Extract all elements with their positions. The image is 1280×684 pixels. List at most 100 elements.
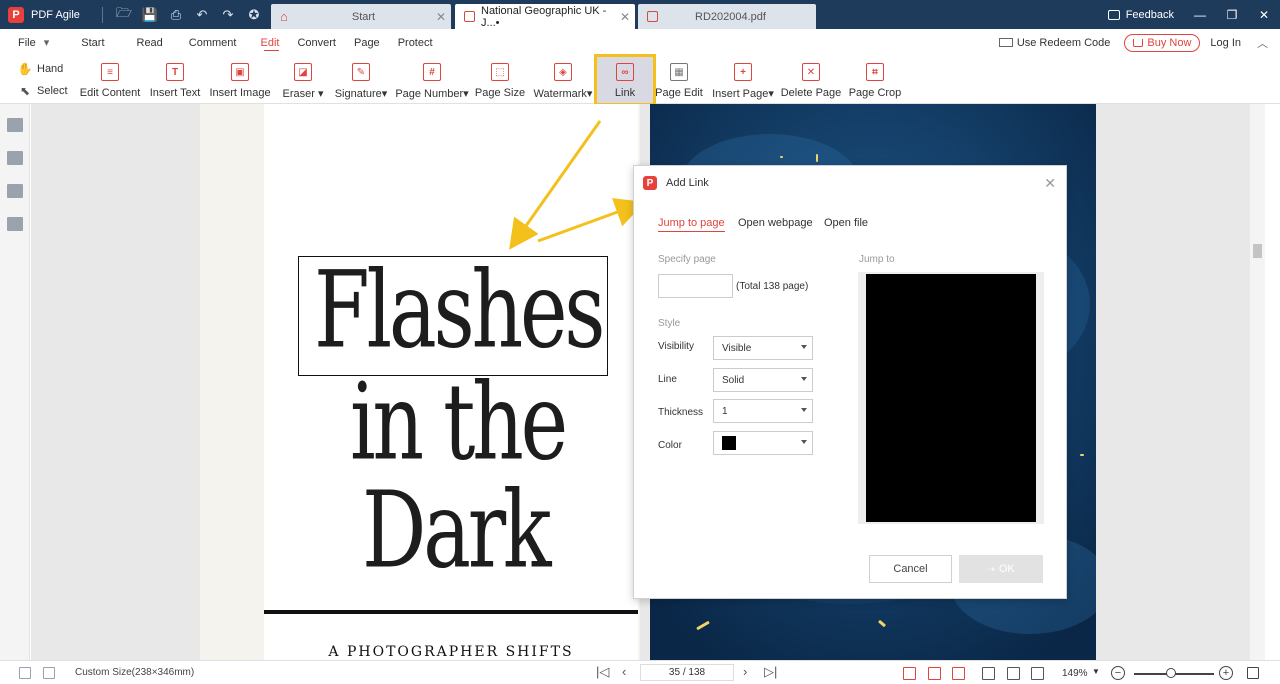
single-page-icon[interactable] bbox=[982, 667, 995, 680]
tab-start[interactable]: ⌂ Start ✕ bbox=[271, 4, 451, 29]
menu-label: File bbox=[18, 36, 36, 49]
tab-open-file[interactable]: Open file bbox=[824, 217, 868, 229]
export-icon[interactable] bbox=[43, 667, 55, 679]
page-number-field[interactable]: 35 / 138 bbox=[640, 664, 734, 681]
fit-width-icon[interactable] bbox=[952, 667, 965, 680]
menu-edit[interactable]: Edit bbox=[250, 29, 293, 56]
page-crop-tool[interactable]: ⌗ Page Crop bbox=[849, 56, 901, 104]
menu-label: Edit bbox=[260, 36, 280, 49]
two-page-icon[interactable] bbox=[1031, 667, 1044, 680]
line-style-select[interactable]: Solid bbox=[713, 368, 813, 392]
save-icon[interactable]: 💾 bbox=[137, 0, 163, 29]
ok-button[interactable]: ⇢ OK bbox=[959, 555, 1043, 583]
menu-start[interactable]: Start bbox=[63, 29, 118, 56]
select-tool[interactable]: ⬉ Select bbox=[18, 84, 68, 98]
first-page-icon[interactable]: |◁ bbox=[596, 664, 609, 680]
buy-now-button[interactable]: Buy Now bbox=[1124, 33, 1201, 52]
page-number-tool[interactable]: # Page Number▾ bbox=[395, 56, 469, 104]
close-window-icon[interactable]: ✕ bbox=[1248, 0, 1280, 29]
actual-size-icon[interactable] bbox=[903, 667, 916, 680]
preview-image bbox=[866, 274, 1036, 522]
left-sidebar bbox=[0, 104, 30, 660]
last-page-icon[interactable]: ▷| bbox=[764, 664, 777, 680]
firefly-spark bbox=[816, 154, 818, 162]
color-select[interactable] bbox=[713, 431, 813, 455]
redeem-code-button[interactable]: Use Redeem Code bbox=[998, 36, 1111, 49]
tab-national-geographic[interactable]: National Geographic UK - J...• ✕ bbox=[455, 4, 635, 29]
tool-label: Eraser ▾ bbox=[282, 88, 324, 100]
eraser-icon: ◪ bbox=[294, 63, 312, 81]
crop-icon: ⌗ bbox=[866, 63, 884, 81]
next-page-icon[interactable]: › bbox=[743, 664, 747, 679]
home-icon: ⌂ bbox=[280, 9, 288, 24]
menu-file[interactable]: File ▾ bbox=[0, 29, 63, 56]
fullscreen-icon[interactable] bbox=[1247, 667, 1259, 679]
page-edit-tool[interactable]: ▦ Page Edit bbox=[655, 56, 703, 104]
fit-page-icon[interactable] bbox=[928, 667, 941, 680]
vertical-scrollbar[interactable] bbox=[1250, 104, 1265, 660]
insert-image-tool[interactable]: ▣ Insert Image bbox=[209, 56, 271, 104]
annotations-icon[interactable] bbox=[7, 184, 23, 198]
prev-page-icon[interactable]: ‹ bbox=[622, 664, 626, 679]
sidebar-toggle-icon[interactable] bbox=[19, 667, 31, 679]
menu-page[interactable]: Page bbox=[350, 29, 394, 56]
menu-comment[interactable]: Comment bbox=[177, 29, 251, 56]
page-subtitle: A PHOTOGRAPHER SHIFTS bbox=[328, 644, 574, 660]
close-icon[interactable]: ✕ bbox=[615, 10, 635, 24]
zoom-in-icon[interactable]: + bbox=[1219, 666, 1233, 680]
insert-page-tool[interactable]: + Insert Page▾ bbox=[712, 56, 774, 104]
hand-tool[interactable]: ✋ Hand bbox=[18, 62, 64, 76]
tab-jump-to-page[interactable]: Jump to page bbox=[658, 217, 725, 232]
thickness-select[interactable]: 1 bbox=[713, 399, 813, 423]
outline-icon[interactable] bbox=[7, 118, 23, 132]
tool-label: Link bbox=[614, 87, 636, 99]
feedback-button[interactable]: Feedback bbox=[1107, 9, 1174, 21]
edit-content-tool[interactable]: ≡ Edit Content bbox=[80, 56, 140, 104]
minimize-icon[interactable]: — bbox=[1184, 0, 1216, 29]
menu-convert[interactable]: Convert bbox=[293, 29, 350, 56]
zoom-level[interactable]: 149% bbox=[1062, 668, 1088, 679]
visibility-select[interactable]: Visible bbox=[713, 336, 813, 360]
menu-label: Page bbox=[353, 36, 380, 49]
chevron-down-icon: ▾ bbox=[43, 37, 50, 49]
star-icon[interactable]: ✪ bbox=[241, 0, 267, 29]
close-icon[interactable]: ✕ bbox=[1044, 175, 1056, 192]
menu-protect[interactable]: Protect bbox=[394, 29, 447, 56]
zoom-out-icon[interactable]: − bbox=[1111, 666, 1125, 680]
scroll-thumb[interactable] bbox=[1253, 244, 1262, 258]
redo-icon[interactable]: ↷ bbox=[215, 0, 241, 29]
print-icon[interactable]: ⎙ bbox=[163, 0, 189, 29]
menu-read[interactable]: Read bbox=[119, 29, 177, 56]
select-value: Visible bbox=[722, 342, 752, 354]
menu-label: Start bbox=[81, 36, 105, 49]
specify-page-label: Specify page bbox=[658, 254, 716, 265]
redeem-label: Use Redeem Code bbox=[1016, 36, 1111, 49]
restore-icon[interactable]: ❐ bbox=[1216, 0, 1248, 29]
tab-open-webpage[interactable]: Open webpage bbox=[738, 217, 813, 229]
zoom-slider-thumb[interactable] bbox=[1165, 668, 1176, 678]
insert-text-tool[interactable]: T Insert Text bbox=[150, 56, 200, 104]
link-tool[interactable]: ∞ Link bbox=[594, 54, 656, 106]
continuous-page-icon[interactable] bbox=[1007, 667, 1020, 680]
undo-icon[interactable]: ↶ bbox=[189, 0, 215, 29]
chevron-down-icon[interactable]: ▼ bbox=[1092, 667, 1100, 676]
page-number-input[interactable] bbox=[658, 274, 733, 298]
tool-label: Page Size bbox=[474, 87, 526, 99]
style-label: Style bbox=[658, 318, 681, 329]
title-line-1: Flashes bbox=[314, 249, 605, 373]
page-size-tool[interactable]: ⬚ Page Size bbox=[474, 56, 526, 104]
signature-tool[interactable]: ✎ Signature▾ bbox=[334, 56, 388, 104]
watermark-tool[interactable]: ◈ Watermark▾ bbox=[534, 56, 592, 104]
visibility-label: Visibility bbox=[658, 341, 694, 352]
open-folder-icon[interactable]: 🗁 bbox=[111, 0, 137, 29]
login-button[interactable]: Log In bbox=[1210, 37, 1241, 49]
tab-rd202004[interactable]: RD202004.pdf bbox=[638, 4, 816, 29]
cancel-button[interactable]: Cancel bbox=[869, 555, 952, 583]
add-link-dialog: P Add Link ✕ Jump to page Open webpage O… bbox=[633, 165, 1067, 599]
search-icon[interactable] bbox=[7, 217, 23, 231]
collapse-ribbon-icon[interactable]: ︿ bbox=[1257, 35, 1268, 51]
close-icon[interactable]: ✕ bbox=[431, 10, 451, 24]
eraser-tool[interactable]: ◪ Eraser ▾ bbox=[282, 56, 324, 104]
thumbnails-icon[interactable] bbox=[7, 151, 23, 165]
delete-page-tool[interactable]: ✕ Delete Page bbox=[781, 56, 841, 104]
